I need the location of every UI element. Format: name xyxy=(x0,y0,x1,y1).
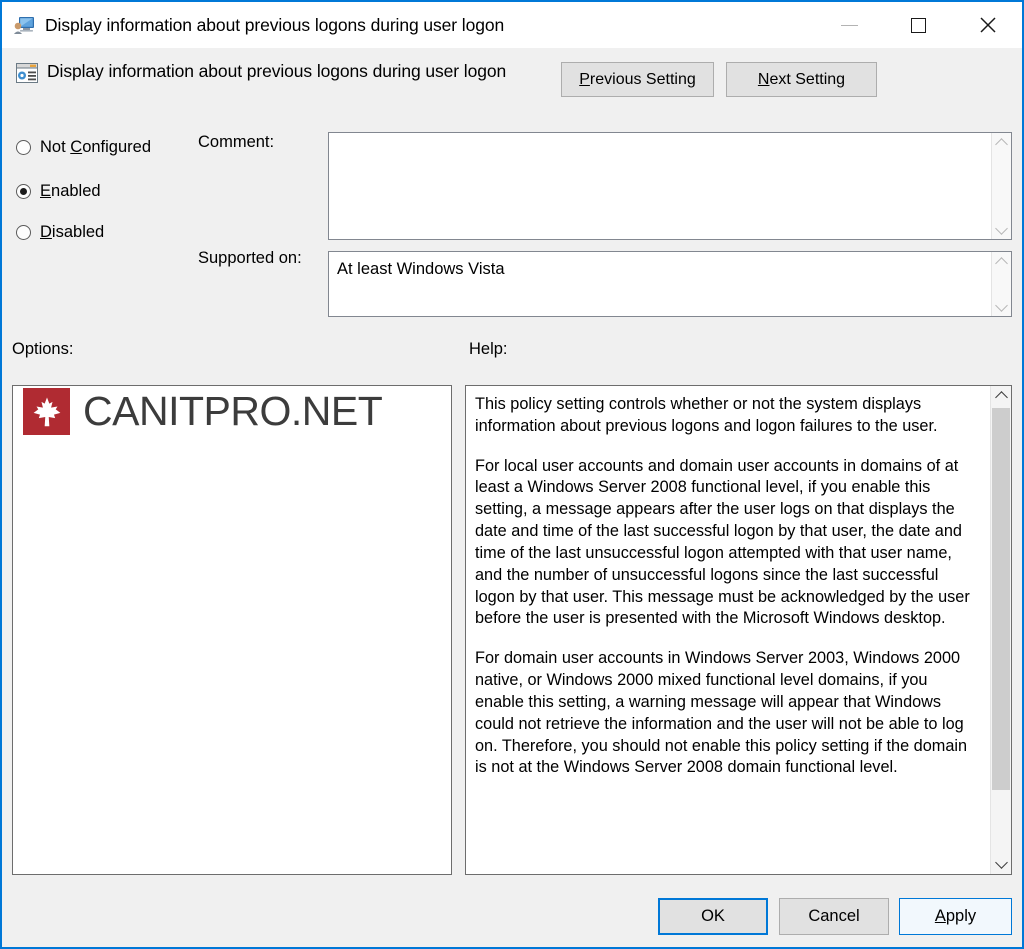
watermark-text: CANITPRO.NET xyxy=(83,388,383,434)
apply-button[interactable]: Apply xyxy=(899,898,1012,935)
next-setting-label: ext Setting xyxy=(769,70,846,88)
radio-not-configured-label: Not Configured xyxy=(40,138,151,156)
radio-enabled-label: Enabled xyxy=(40,182,101,200)
comment-label: Comment: xyxy=(198,133,275,151)
radio-disabled-mark xyxy=(16,225,31,240)
radio-enabled[interactable]: Enabled xyxy=(16,182,101,201)
comment-scroll-down-button[interactable] xyxy=(995,220,1008,239)
next-setting-button[interactable]: Next Setting xyxy=(726,62,877,97)
chevron-up-icon xyxy=(995,256,1008,270)
cancel-button[interactable]: Cancel xyxy=(779,898,889,935)
close-icon xyxy=(979,17,996,33)
help-label: Help: xyxy=(469,340,508,358)
apply-label: pply xyxy=(945,907,977,925)
title-bar: Display information about previous logon… xyxy=(2,2,1022,48)
window-title: Display information about previous logon… xyxy=(45,14,505,35)
close-button[interactable] xyxy=(953,2,1022,48)
supported-scroll-down-button[interactable] xyxy=(995,297,1008,316)
maximize-icon xyxy=(911,17,926,33)
maple-leaf-icon xyxy=(23,388,70,435)
previous-setting-accel: P xyxy=(579,70,590,88)
help-scroll-down-button[interactable] xyxy=(991,854,1011,874)
minimize-icon xyxy=(841,24,858,26)
supported-on-label: Supported on: xyxy=(198,249,302,267)
supported-on-scrollbar[interactable] xyxy=(991,252,1011,316)
computer-monitor-icon xyxy=(13,14,35,36)
next-setting-accel: N xyxy=(757,70,770,88)
help-text: This policy setting controls whether or … xyxy=(466,386,990,874)
help-scrollbar[interactable] xyxy=(990,386,1011,874)
supported-on-textbox[interactable]: At least Windows Vista xyxy=(328,251,1012,317)
help-paragraph: For domain user accounts in Windows Serv… xyxy=(475,649,968,777)
help-scrollbar-thumb[interactable] xyxy=(992,408,1010,790)
options-label: Options: xyxy=(12,340,74,358)
chevron-up-icon xyxy=(994,391,1008,404)
setting-title: Display information about previous logon… xyxy=(47,61,507,81)
ok-button[interactable]: OK xyxy=(658,898,768,935)
help-pane[interactable]: This policy setting controls whether or … xyxy=(465,385,1012,875)
caption-button-group xyxy=(815,2,1022,48)
options-pane[interactable]: CANITPRO.NET xyxy=(12,385,452,875)
radio-disabled[interactable]: Disabled xyxy=(16,223,104,242)
comment-input[interactable] xyxy=(329,133,991,239)
radio-disabled-label: Disabled xyxy=(40,223,105,241)
radio-not-configured-mark xyxy=(16,140,31,155)
comment-scroll-up-button[interactable] xyxy=(995,133,1008,152)
supported-on-value: At least Windows Vista xyxy=(337,260,505,278)
radio-enabled-mark xyxy=(16,184,31,199)
previous-setting-label: revious Setting xyxy=(589,70,696,88)
chevron-up-icon xyxy=(995,137,1008,151)
radio-not-configured[interactable]: Not Configured xyxy=(16,138,151,157)
policy-setting-icon xyxy=(15,61,39,85)
help-paragraph: This policy setting controls whether or … xyxy=(475,395,938,435)
comment-scrollbar[interactable] xyxy=(991,133,1011,239)
policy-setting-dialog: Display information about previous logon… xyxy=(0,0,1024,949)
comment-textbox[interactable] xyxy=(328,132,1012,240)
chevron-down-icon xyxy=(995,221,1008,235)
supported-scroll-up-button[interactable] xyxy=(995,252,1008,271)
help-paragraph: For local user accounts and domain user … xyxy=(475,456,970,628)
watermark-logo: CANITPRO.NET xyxy=(23,388,383,435)
chevron-down-icon xyxy=(994,856,1008,869)
help-scroll-up-button[interactable] xyxy=(991,386,1011,406)
previous-setting-button[interactable]: Previous Setting xyxy=(561,62,714,97)
chevron-down-icon xyxy=(995,298,1008,312)
setting-header: Display information about previous logon… xyxy=(2,48,1022,122)
minimize-button[interactable] xyxy=(815,2,884,48)
maximize-button[interactable] xyxy=(884,2,953,48)
apply-accel: A xyxy=(934,907,946,925)
